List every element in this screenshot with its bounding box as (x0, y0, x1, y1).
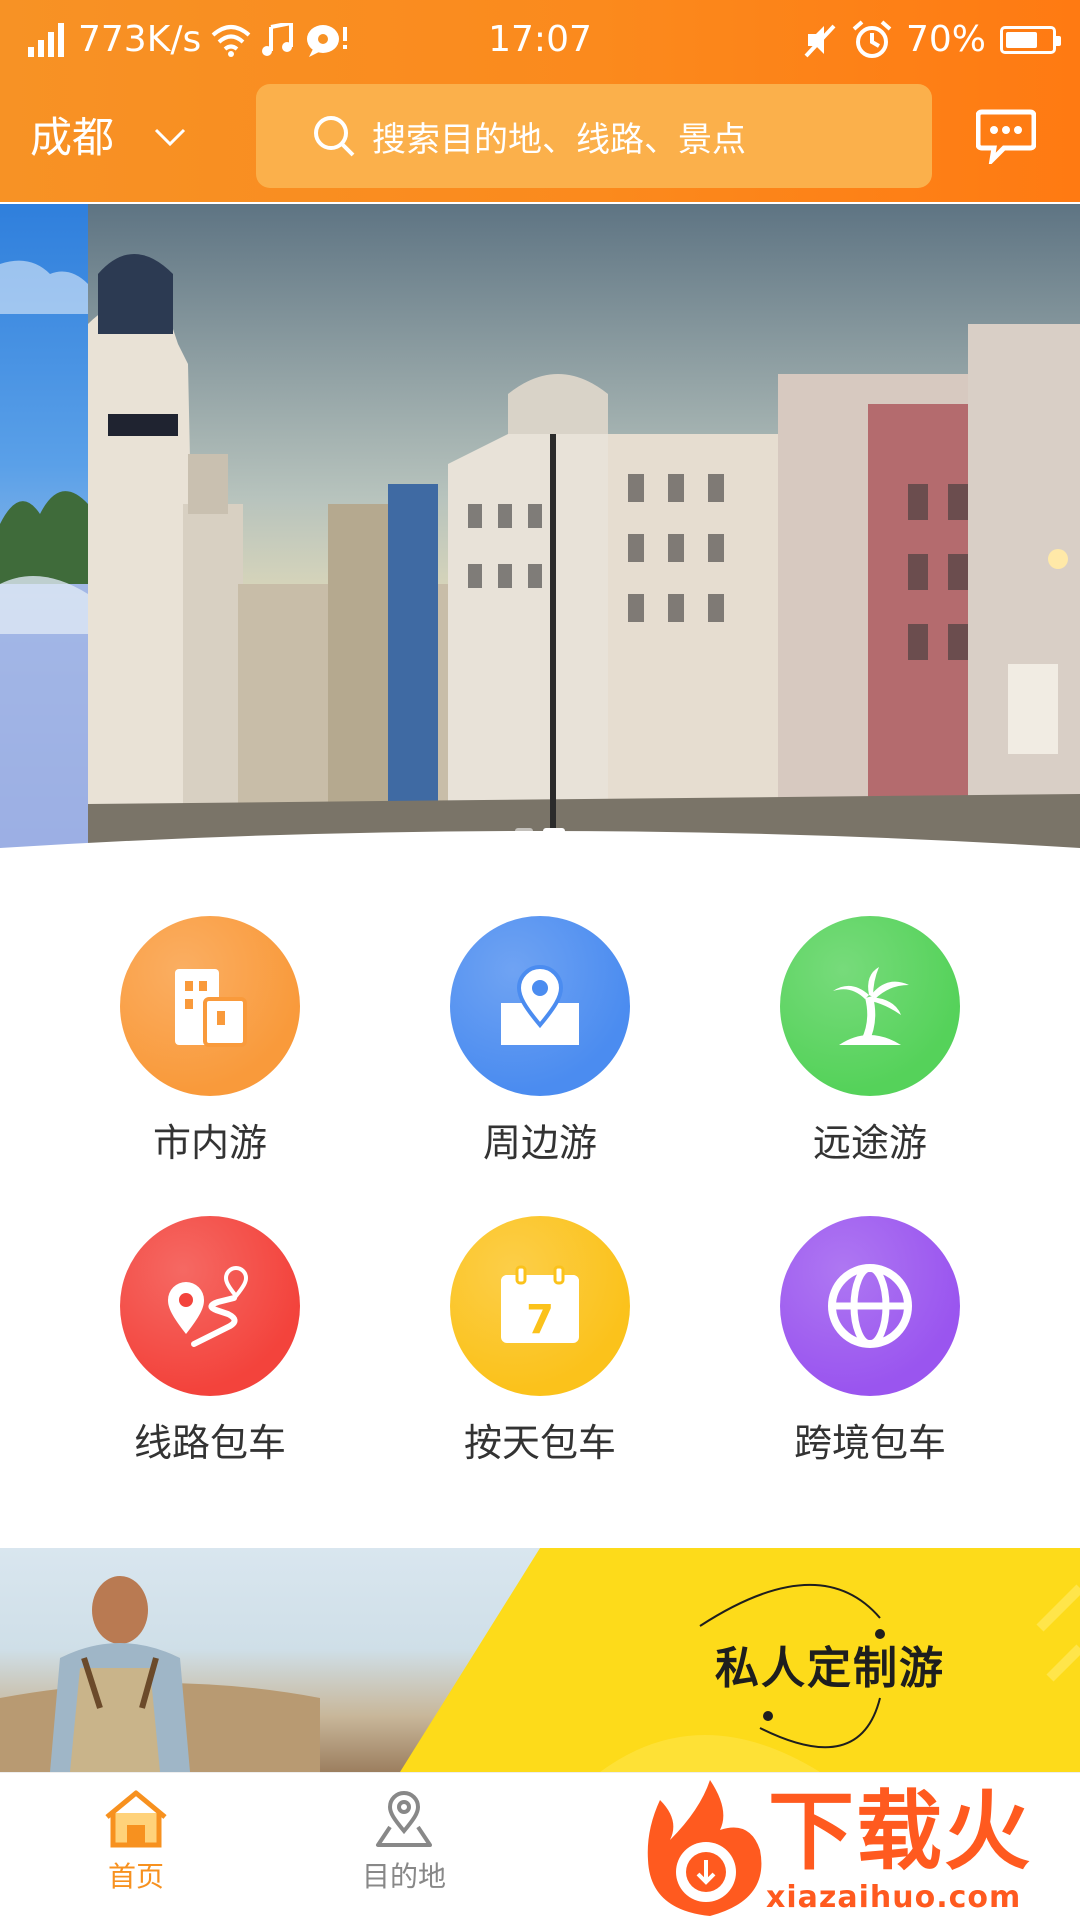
chat-bubble-icon (307, 25, 348, 57)
city-selector[interactable]: 成都 (30, 108, 186, 168)
city-street-image (88, 204, 1080, 856)
promo-title: 私人定制游 (715, 1643, 945, 1694)
nav-destination-label: 目的地 (361, 1860, 446, 1893)
flame-logo-icon (647, 1780, 762, 1916)
category-route-charter[interactable]: 线路包车 (45, 1216, 375, 1476)
map-pin-icon (501, 965, 579, 1045)
promo-banner[interactable]: 私人定制游 (0, 1548, 1080, 1772)
category-label: 跨境包车 (793, 1421, 946, 1465)
calendar-day: 7 (526, 1297, 554, 1343)
top-bar: 成都 搜索目的地、线路、景点 (0, 82, 1080, 192)
category-grid: 市内游 周边游 远途游 线路包车 7 按天包车 跨境包车 (0, 900, 1080, 1500)
battery-icon (1000, 26, 1061, 54)
nav-destination[interactable]: 目的地 (304, 1787, 504, 1895)
category-icon-circle (450, 916, 630, 1096)
category-label: 周边游 (482, 1121, 597, 1165)
palm-tree-icon (833, 967, 909, 1045)
category-label: 远途游 (812, 1121, 927, 1165)
network-speed: 773K/s (78, 19, 202, 60)
nav-home[interactable]: 首页 (36, 1787, 236, 1895)
carousel-dot[interactable] (515, 828, 533, 834)
category-cross-border-charter[interactable]: 跨境包车 (705, 1216, 1035, 1476)
category-icon-circle (780, 1216, 960, 1396)
route-icon (168, 1266, 249, 1347)
banner-slide-previous[interactable] (0, 204, 88, 856)
category-daily-charter[interactable]: 7 按天包车 (375, 1216, 705, 1476)
category-nearby-tour[interactable]: 周边游 (375, 916, 705, 1176)
category-icon-circle (120, 1216, 300, 1396)
category-icon-circle (780, 916, 960, 1096)
category-label: 线路包车 (133, 1421, 286, 1465)
music-icon (262, 23, 294, 56)
category-icon-circle: 7 (450, 1216, 630, 1396)
previous-slide-image (0, 260, 88, 856)
category-label: 市内游 (152, 1121, 267, 1165)
search-icon (314, 116, 355, 157)
location-icon (376, 1791, 432, 1847)
status-bar: 773K/s 17:07 70% (0, 0, 1080, 80)
home-icon (105, 1790, 167, 1848)
watermark: 下载火 xiazaihuo.com (640, 1780, 1080, 1920)
calendar-icon: 7 (501, 1265, 579, 1343)
city-name: 成都 (30, 113, 115, 162)
carousel-dot-active[interactable] (543, 828, 565, 834)
buildings-icon (175, 969, 247, 1047)
search-placeholder: 搜索目的地、线路、景点 (372, 119, 746, 160)
chevron-down-icon (154, 128, 186, 147)
nav-home-label: 首页 (107, 1860, 164, 1893)
watermark-brand: 下载火 (768, 1782, 1032, 1882)
alarm-icon (852, 20, 892, 58)
globe-icon (828, 1264, 912, 1348)
category-long-distance-tour[interactable]: 远途游 (705, 916, 1035, 1176)
banner-carousel[interactable] (0, 204, 1080, 856)
status-left: 773K/s (28, 18, 349, 62)
signal-icon (28, 23, 64, 57)
wifi-icon (211, 25, 251, 57)
category-icon-circle (120, 916, 300, 1096)
status-right: 70% (802, 18, 1061, 62)
watermark-domain: xiazaihuo.com (766, 1880, 1022, 1915)
app-header: 773K/s 17:07 70% 成都 搜索目的地、线路、景点 (0, 0, 1080, 202)
message-icon[interactable] (976, 108, 1036, 164)
category-city-tour[interactable]: 市内游 (45, 916, 375, 1176)
category-label: 按天包车 (463, 1421, 616, 1465)
carousel-dots (0, 828, 1080, 834)
mute-icon (804, 24, 836, 58)
search-bar[interactable]: 搜索目的地、线路、景点 (256, 84, 932, 188)
battery-level (1006, 32, 1037, 48)
banner-slide-city[interactable] (88, 204, 1080, 856)
battery-percent: 70% (905, 19, 986, 60)
